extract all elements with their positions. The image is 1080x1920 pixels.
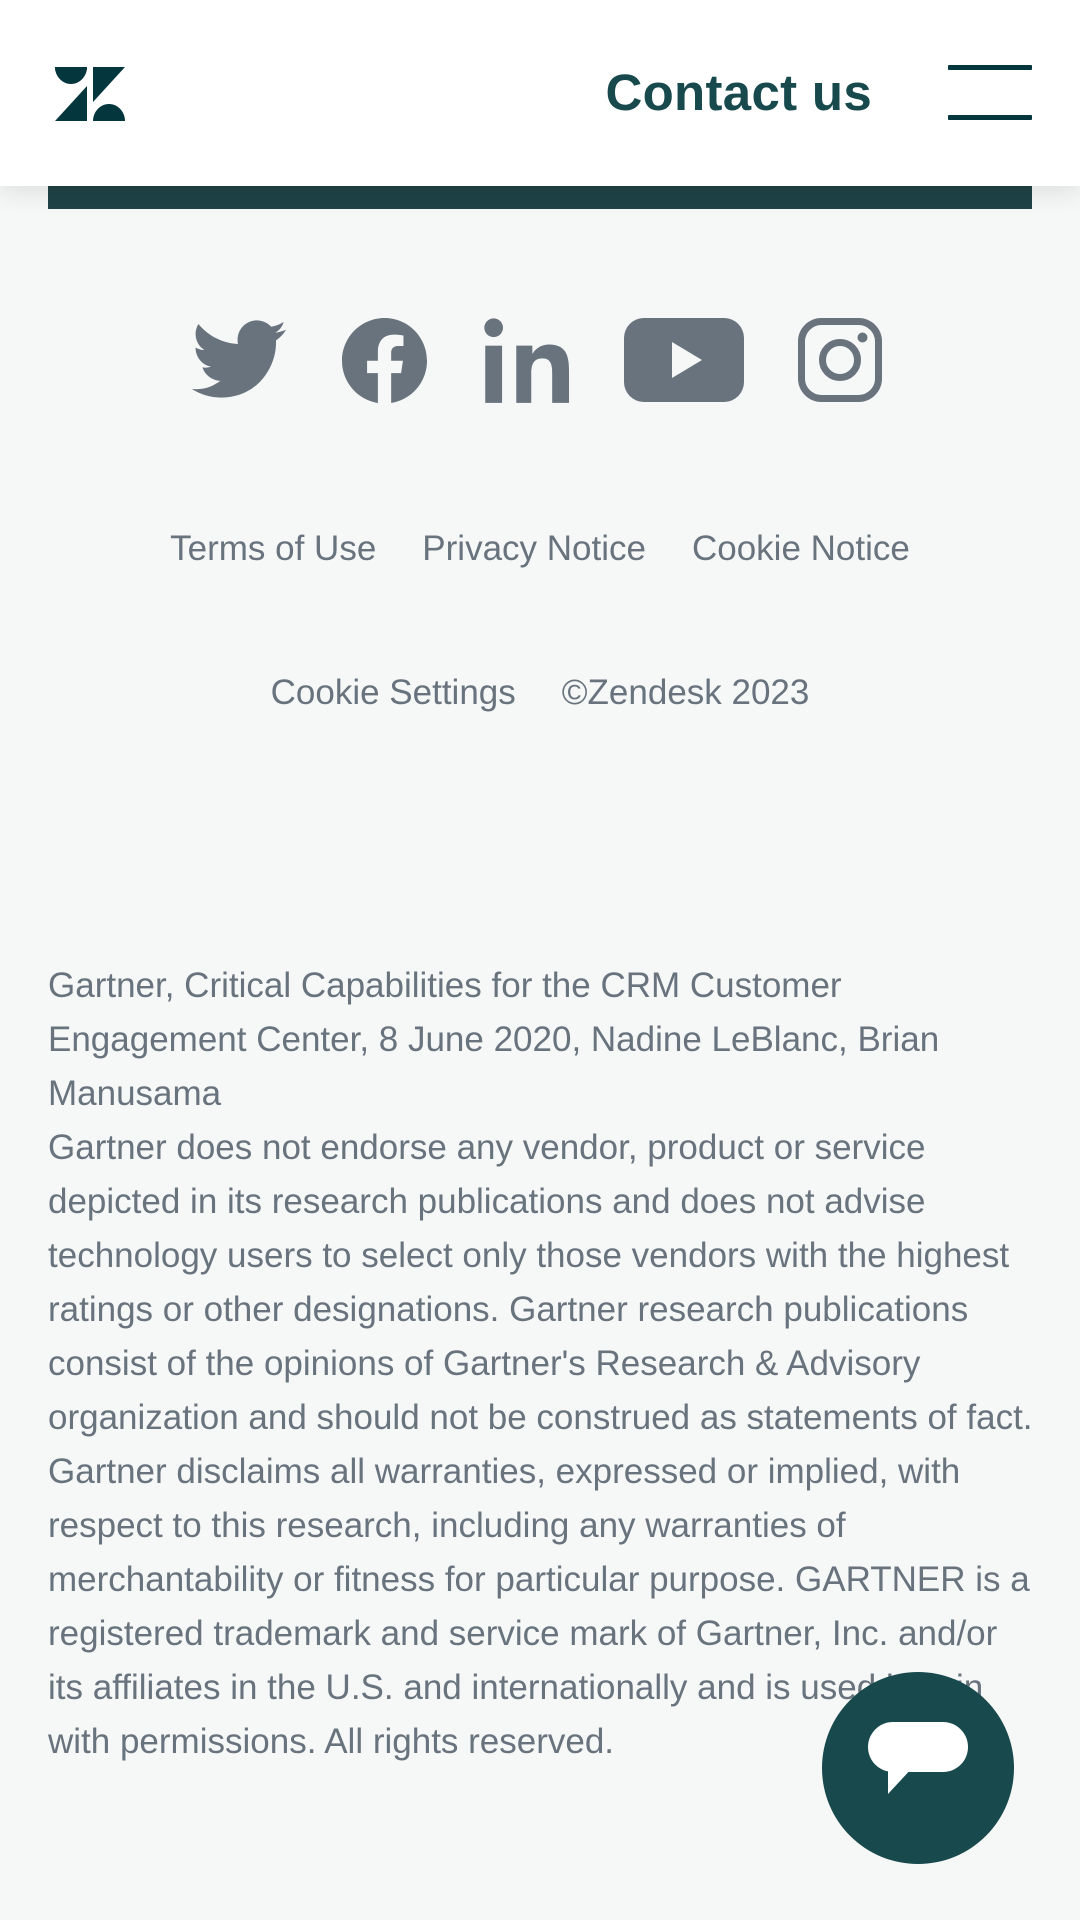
gartner-disclaimer: Gartner, Critical Capabilities for the C… [48,959,1038,1769]
legal-links-row: Terms of Use Privacy Notice Cookie Notice [0,525,1080,573]
disclaimer-body: Gartner does not endorse any vendor, pro… [48,1128,1033,1761]
youtube-icon[interactable] [624,318,744,402]
linkedin-icon[interactable] [484,318,574,404]
cookie-notice-link[interactable]: Cookie Notice [692,529,910,568]
terms-of-use-link[interactable]: Terms of Use [170,529,376,568]
instagram-icon[interactable] [798,318,882,402]
settings-copyright-row: Cookie Settings ©Zendesk 2023 [0,669,1080,717]
zendesk-logo-icon[interactable] [55,67,125,121]
social-links [0,300,1080,420]
contact-us-link[interactable]: Contact us [605,60,872,126]
disclaimer-citation: Gartner, Critical Capabilities for the C… [48,966,940,1113]
site-header: Contact us [0,0,1080,186]
twitter-icon[interactable] [191,320,289,400]
privacy-notice-link[interactable]: Privacy Notice [422,529,646,568]
cookie-settings-link[interactable]: Cookie Settings [271,673,516,712]
menu-bar-bottom [948,115,1032,120]
chat-bubble-icon[interactable] [822,1672,1014,1864]
menu-bar-top [948,65,1032,70]
hamburger-menu-icon[interactable] [948,65,1032,120]
facebook-icon[interactable] [342,318,427,403]
copyright-text: ©Zendesk 2023 [561,673,810,712]
